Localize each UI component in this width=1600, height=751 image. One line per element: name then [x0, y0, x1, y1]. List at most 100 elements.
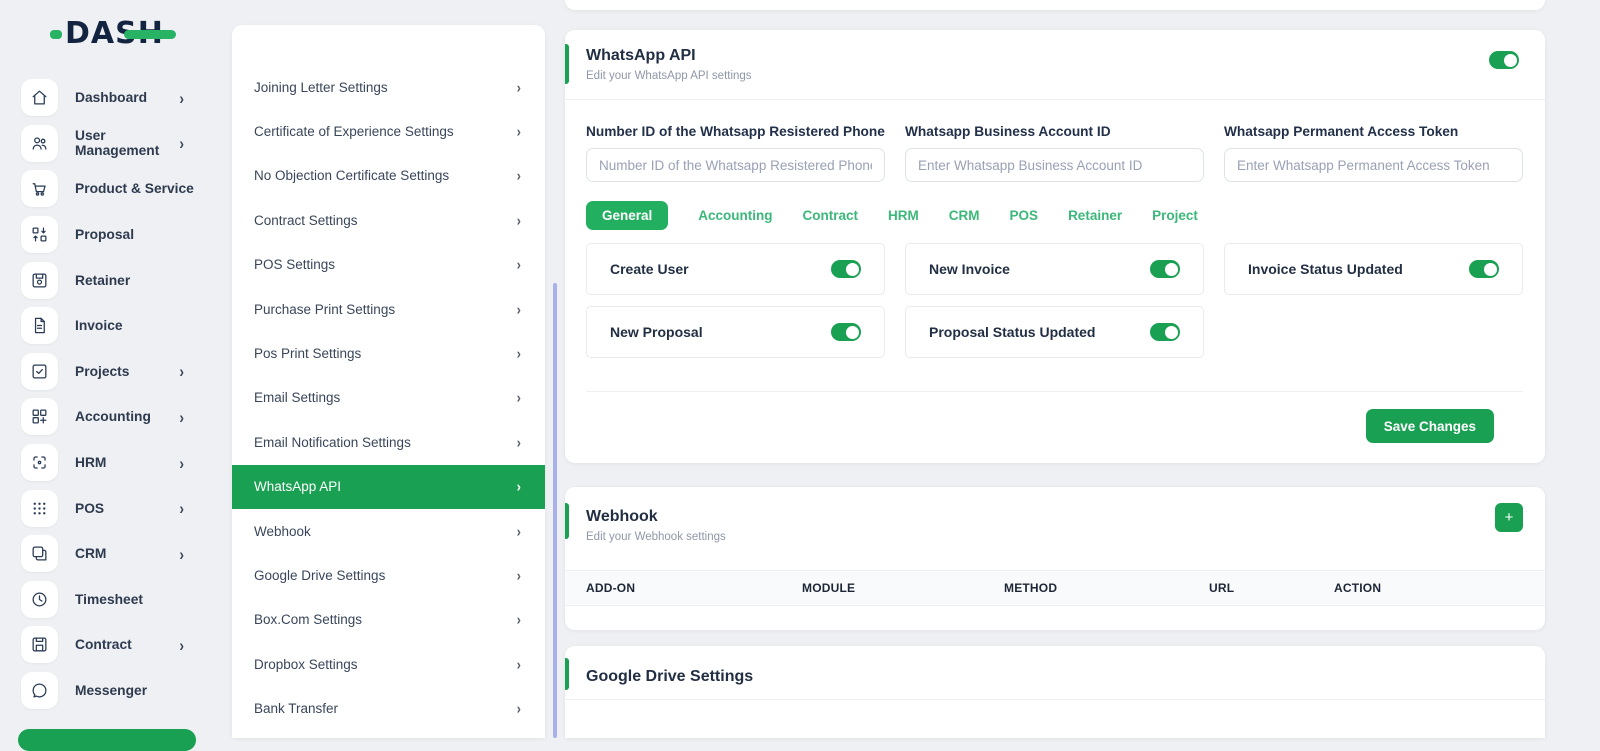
google-drive-card-header: Google Drive Settings [565, 646, 1545, 700]
proposal-status-updated-toggle[interactable] [1150, 323, 1180, 341]
card-subtitle: Edit your Webhook settings [586, 531, 1523, 543]
toggle-card-new-invoice: New Invoice [905, 243, 1204, 295]
settings-item-pos[interactable]: POS Settings › [232, 243, 545, 287]
whatsapp-enable-toggle[interactable] [1489, 51, 1519, 69]
settings-item-label: Dropbox Settings [254, 657, 517, 672]
tab-general[interactable]: General [586, 201, 668, 230]
settings-item-contract[interactable]: Contract Settings › [232, 198, 545, 242]
main-sidebar: DASH Dashboard › User Management › Produ… [0, 0, 212, 738]
app-root: DASH Dashboard › User Management › Produ… [0, 0, 1600, 738]
tab-pos[interactable]: POS [1010, 208, 1039, 223]
tab-retainer[interactable]: Retainer [1068, 208, 1122, 223]
sidebar-item-label: Dashboard [75, 90, 179, 105]
save-icon [21, 262, 58, 299]
chevron-right-icon: › [517, 123, 521, 140]
sidebar-item-hrm[interactable]: HRM › [0, 440, 212, 486]
sidebar-item-label: Product & Service [75, 181, 212, 196]
tab-contract[interactable]: Contract [803, 208, 859, 223]
column-header-add-on: ADD-ON [586, 581, 802, 595]
webhook-card: Webhook Edit your Webhook settings + ADD… [565, 487, 1545, 630]
settings-item-dropbox[interactable]: Dropbox Settings › [232, 642, 545, 686]
whatsapp-card-body: Number ID of the Whatsapp Resistered Pho… [565, 100, 1545, 443]
settings-item-box-com[interactable]: Box.Com Settings › [232, 598, 545, 642]
invoice-status-updated-toggle[interactable] [1469, 260, 1499, 278]
sidebar-item-retainer[interactable]: Retainer [0, 257, 212, 303]
chevron-right-icon: › [517, 167, 521, 184]
settings-item-no-objection[interactable]: No Objection Certificate Settings › [232, 154, 545, 198]
new-invoice-toggle[interactable] [1150, 260, 1180, 278]
access-token-input[interactable] [1224, 148, 1523, 182]
sidebar-item-user-management[interactable]: User Management › [0, 121, 212, 167]
grid-plus-icon [21, 398, 58, 435]
toggle-knob [846, 263, 859, 276]
toggle-card-label: Invoice Status Updated [1248, 261, 1469, 277]
settings-item-whatsapp-api[interactable]: WhatsApp API › [232, 465, 545, 509]
settings-item-bank-transfer[interactable]: Bank Transfer › [232, 686, 545, 730]
toggle-card-label: New Proposal [610, 324, 831, 340]
column-header-action: ACTION [1334, 581, 1381, 595]
save-changes-button[interactable]: Save Changes [1366, 409, 1494, 443]
accent-bar [565, 503, 569, 539]
module-tabs: General Accounting Contract HRM CRM POS … [586, 201, 1523, 230]
settings-item-joining-letter[interactable]: Joining Letter Settings › [232, 65, 545, 109]
clock-icon [21, 581, 58, 618]
chevron-right-icon: › [517, 700, 521, 717]
settings-item-webhook[interactable]: Webhook › [232, 509, 545, 553]
toggle-card-create-user: Create User [586, 243, 885, 295]
chat-bubble-icon [21, 672, 58, 709]
chevron-right-icon: › [179, 635, 184, 654]
sidebar-item-messenger[interactable]: Messenger [0, 668, 212, 714]
settings-item-purchase-print[interactable]: Purchase Print Settings › [232, 287, 545, 331]
column-header-module: MODULE [802, 581, 1004, 595]
create-user-toggle[interactable] [831, 260, 861, 278]
add-webhook-button[interactable]: + [1495, 503, 1523, 532]
business-account-id-input[interactable] [905, 148, 1204, 182]
sidebar-item-label: POS [75, 501, 179, 516]
dots-grid-icon [21, 490, 58, 527]
settings-item-label: Bank Transfer [254, 701, 517, 716]
notification-toggle-grid: Create User New Invoice Invoice Status U… [586, 243, 1523, 358]
sidebar-item-accounting[interactable]: Accounting › [0, 394, 212, 440]
chevron-right-icon: › [517, 79, 521, 96]
settings-item-email[interactable]: Email Settings › [232, 376, 545, 420]
tab-crm[interactable]: CRM [949, 208, 980, 223]
chevron-right-icon: › [179, 407, 184, 426]
sidebar-item-dashboard[interactable]: Dashboard › [0, 75, 212, 121]
sidebar-item-proposal[interactable]: Proposal [0, 212, 212, 258]
chevron-right-icon: › [517, 567, 521, 584]
brand-logo[interactable]: DASH [50, 14, 164, 52]
sidebar-item-label: Contract [75, 637, 179, 652]
sidebar-item-product-service[interactable]: Product & Service [0, 166, 212, 212]
settings-item-certificate-experience[interactable]: Certificate of Experience Settings › [232, 109, 545, 153]
previous-card-partial [565, 0, 1545, 10]
sidebar-bottom-pill[interactable] [18, 729, 196, 751]
sidebar-item-contract[interactable]: Contract › [0, 622, 212, 668]
settings-menu-panel: Joining Letter Settings › Certificate of… [232, 25, 545, 738]
save-icon [21, 626, 58, 663]
sidebar-item-projects[interactable]: Projects › [0, 349, 212, 395]
new-proposal-toggle[interactable] [831, 323, 861, 341]
sidebar-item-invoice[interactable]: Invoice [0, 303, 212, 349]
field-label: Number ID of the Whatsapp Resistered Pho… [586, 124, 885, 139]
sidebar-item-pos[interactable]: POS › [0, 485, 212, 531]
card-subtitle: Edit your WhatsApp API settings [586, 70, 1523, 82]
sidebar-item-timesheet[interactable]: Timesheet [0, 577, 212, 623]
tab-project[interactable]: Project [1152, 208, 1198, 223]
accent-bar [565, 44, 569, 84]
settings-item-email-notification[interactable]: Email Notification Settings › [232, 420, 545, 464]
sidebar-item-label: Timesheet [75, 592, 212, 607]
document-icon [21, 307, 58, 344]
sidebar-item-label: User Management [75, 128, 179, 158]
sidebar-item-crm[interactable]: CRM › [0, 531, 212, 577]
number-id-input[interactable] [586, 148, 885, 182]
tab-hrm[interactable]: HRM [888, 208, 919, 223]
settings-item-google-drive[interactable]: Google Drive Settings › [232, 553, 545, 597]
settings-panel-scrollbar[interactable] [553, 283, 557, 738]
settings-item-pos-print[interactable]: Pos Print Settings › [232, 331, 545, 375]
chevron-right-icon: › [179, 362, 184, 381]
tab-accounting[interactable]: Accounting [698, 208, 772, 223]
chevron-right-icon: › [517, 212, 521, 229]
home-icon [21, 79, 58, 116]
chevron-right-icon: › [517, 656, 521, 673]
toggle-knob [1504, 54, 1517, 67]
